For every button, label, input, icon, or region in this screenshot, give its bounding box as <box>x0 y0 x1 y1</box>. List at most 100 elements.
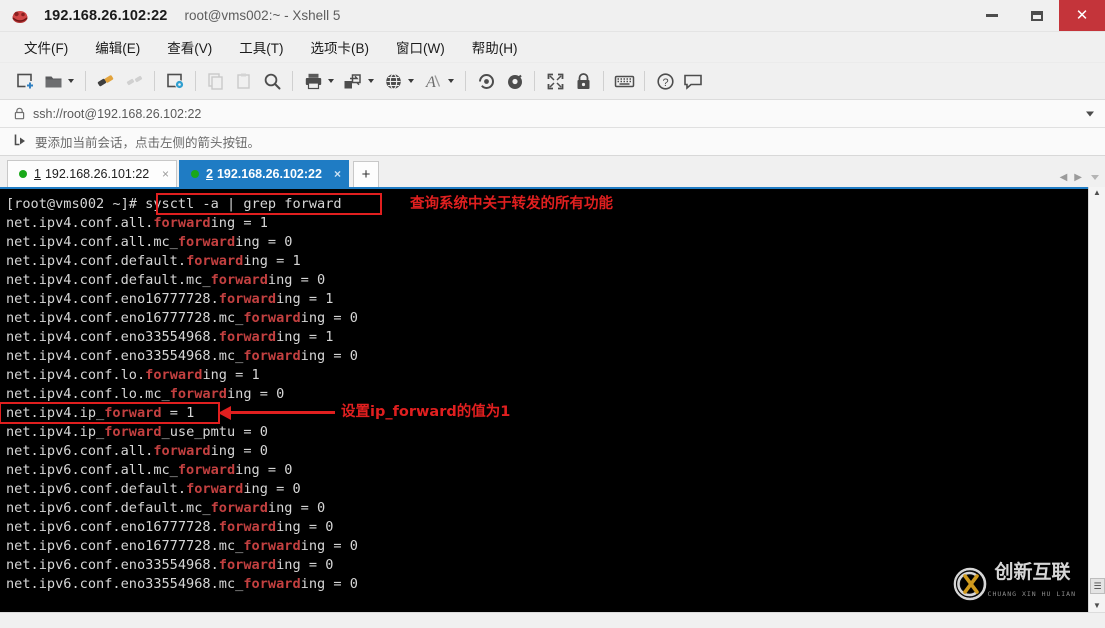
maximize-icon <box>1030 10 1043 21</box>
help-button[interactable]: ? <box>651 68 679 94</box>
print-dropdown-caret[interactable] <box>328 79 334 83</box>
toolbar-separator <box>603 71 604 91</box>
status-bar <box>0 612 1105 628</box>
terminal-output[interactable]: [root@vms002 ~]# sysctl -a | grep forwar… <box>0 187 1088 612</box>
terminal-line: net.ipv6.conf.default.mc_forwarding = 0 <box>6 499 1088 518</box>
feedback-button[interactable] <box>679 68 707 94</box>
tab-prev-icon[interactable]: ◀ <box>1058 172 1070 183</box>
terminal-text: ing = 0 <box>210 443 268 459</box>
font-button[interactable]: A <box>419 68 447 94</box>
terminal-text: net.ipv4.conf.eno16777728. <box>6 291 219 307</box>
terminal-text: ing = 0 <box>267 272 326 288</box>
tab-192-168-26-102[interactable]: 2 192.168.26.102:22 × <box>179 160 349 187</box>
session-properties-button[interactable] <box>161 68 189 94</box>
menu-item-edit[interactable]: 编辑(E) <box>85 34 150 60</box>
watermark-subtext: CHUANG XIN HU LIAN <box>987 590 1076 598</box>
keyboard-icon <box>614 75 634 87</box>
highlight-icon <box>507 74 522 89</box>
terminal-line: net.ipv6.conf.default.forwarding = 0 <box>6 480 1088 499</box>
close-button[interactable]: ✕ <box>1059 0 1105 31</box>
paste-button[interactable] <box>230 68 258 94</box>
minimize-button[interactable] <box>969 0 1014 31</box>
terminal-text: net.ipv6.conf.eno33554968.mc_ <box>6 576 244 592</box>
terminal-text: = 1 <box>161 405 195 421</box>
terminal-scrollbar[interactable]: ▲ ☰ ▼ <box>1088 187 1105 612</box>
encoding-globe-icon <box>385 73 401 89</box>
tab-close-icon[interactable]: × <box>150 167 169 181</box>
terminal-text: ing = 0 <box>300 348 358 364</box>
find-button[interactable] <box>258 68 286 94</box>
terminal-text: ing = 0 <box>243 481 301 497</box>
file-transfer-button[interactable] <box>339 68 367 94</box>
terminal-text: ing = 1 <box>243 253 301 269</box>
annotation-set-ip-forward: 设置ip_forward的值为1 <box>341 404 511 420</box>
feedback-icon <box>684 74 702 90</box>
address-value: ssh://root@192.168.26.102:22 <box>33 106 202 121</box>
tab-192-168-26-101[interactable]: 1 192.168.26.101:22 × <box>7 160 177 187</box>
menu-item-tabs[interactable]: 选项卡(B) <box>301 34 380 60</box>
menu-bar: 文件(F) 编辑(E) 查看(V) 工具(T) 选项卡(B) 窗口(W) 帮助(… <box>0 32 1105 63</box>
tab-next-icon[interactable]: ▶ <box>1072 172 1084 183</box>
encoding-button[interactable] <box>379 68 407 94</box>
new-session-button[interactable] <box>11 68 39 94</box>
lock-button[interactable] <box>569 68 597 94</box>
terminal-text: net.ipv6.conf.eno33554968. <box>6 557 219 573</box>
maximize-button[interactable] <box>1014 0 1059 31</box>
session-hint-bar: 要添加当前会话，点击左侧的箭头按钮。 <box>0 128 1105 156</box>
terminal-text: net.ipv4.conf.default. <box>6 253 187 269</box>
toolbar-separator <box>534 71 535 91</box>
terminal-text: ing = 0 <box>300 576 358 592</box>
terminal-text: net.ipv6.conf.all. <box>6 443 154 459</box>
terminal-text: ing = 0 <box>300 538 358 554</box>
compose-bar-button[interactable] <box>472 68 500 94</box>
lock-icon <box>577 72 589 89</box>
find-icon <box>264 73 280 89</box>
menu-item-window[interactable]: 窗口(W) <box>386 34 455 60</box>
svg-text:A: A <box>425 74 436 90</box>
terminal-line: net.ipv4.conf.lo.mc_forwarding = 0 <box>6 385 1088 404</box>
scroll-up-icon[interactable]: ▲ <box>1093 189 1101 197</box>
terminal-line: net.ipv4.conf.all.mc_forwarding = 0 <box>6 233 1088 252</box>
toolbar-separator <box>85 71 86 91</box>
new-tab-button[interactable]: + <box>353 161 379 187</box>
print-button[interactable] <box>299 68 327 94</box>
tab-label: 192.168.26.102:22 <box>216 167 322 181</box>
copy-button[interactable] <box>202 68 230 94</box>
tab-list-dropdown-icon[interactable] <box>1091 175 1099 180</box>
scrollbar-grip[interactable]: ☰ <box>1090 578 1105 594</box>
fullscreen-button[interactable] <box>541 68 569 94</box>
terminal-text: net.ipv4.ip_ <box>6 424 105 440</box>
arrow-add-icon <box>14 133 27 151</box>
disconnect-button[interactable] <box>120 68 148 94</box>
shell-prompt: [root@vms002 ~]# <box>6 196 146 212</box>
terminal-text: net.ipv6.conf.all.mc_ <box>6 462 178 478</box>
terminal-line: net.ipv6.conf.all.mc_forwarding = 0 <box>6 461 1088 480</box>
menu-item-file[interactable]: 文件(F) <box>14 34 78 60</box>
chevron-down-icon[interactable] <box>1086 111 1094 116</box>
keyboard-button[interactable] <box>610 68 638 94</box>
font-dropdown-caret[interactable] <box>448 79 454 83</box>
menu-item-help[interactable]: 帮助(H) <box>462 34 528 60</box>
window-title-subtitle: root@vms002:~ - Xshell 5 <box>184 8 341 23</box>
copy-icon <box>208 73 223 90</box>
scroll-down-icon[interactable]: ▼ <box>1093 602 1101 610</box>
open-session-dropdown-caret[interactable] <box>68 79 74 83</box>
address-bar[interactable]: ssh://root@192.168.26.102:22 <box>0 100 1105 128</box>
highlight-button[interactable] <box>500 68 528 94</box>
tab-index: 2 <box>206 167 213 181</box>
terminal-line: net.ipv4.ip_forward = 1 <box>6 404 1088 423</box>
terminal-text: net.ipv6.conf.default. <box>6 481 187 497</box>
watermark-text: 创新互联 <box>994 561 1071 583</box>
encoding-dropdown-caret[interactable] <box>408 79 414 83</box>
file-transfer-dropdown-caret[interactable] <box>368 79 374 83</box>
toolbar-separator <box>154 71 155 91</box>
tab-status-dot <box>19 170 27 178</box>
connect-button[interactable] <box>92 68 120 94</box>
menu-item-tools[interactable]: 工具(T) <box>229 34 293 60</box>
menu-item-view[interactable]: 查看(V) <box>157 34 222 60</box>
grep-match: forward <box>177 234 236 250</box>
watermark-logo-icon <box>953 567 986 600</box>
shell-command: sysctl -a | grep forward <box>145 196 342 212</box>
open-session-button[interactable] <box>39 68 67 94</box>
tab-close-icon[interactable]: × <box>322 167 341 181</box>
